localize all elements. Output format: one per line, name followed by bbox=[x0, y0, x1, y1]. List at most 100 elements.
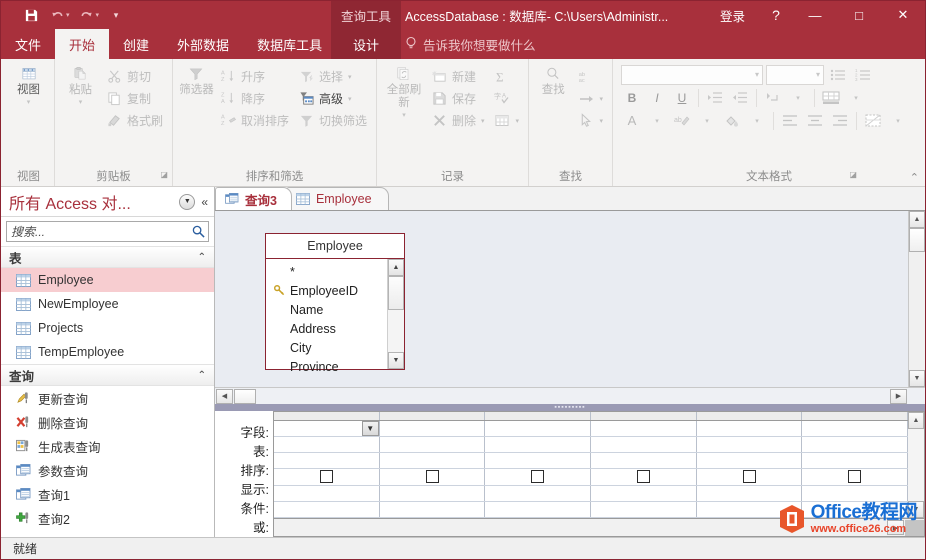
clipboard-dialog-launcher-icon[interactable]: ◪ bbox=[160, 166, 168, 184]
toggle-filter-button[interactable]: 切换筛选 bbox=[295, 110, 371, 131]
tab-external-data[interactable]: 外部数据 bbox=[163, 29, 243, 59]
sidebar-item-tempemployee[interactable]: TempEmployee bbox=[1, 340, 214, 364]
show-cell[interactable] bbox=[591, 469, 697, 485]
field-cell[interactable]: ▼ bbox=[274, 420, 380, 436]
paste-button[interactable]: 粘贴 ▾ bbox=[60, 64, 101, 106]
clear-sort-button[interactable]: AZ 取消排序 bbox=[217, 110, 293, 131]
customize-qat-icon[interactable]: ▾ bbox=[104, 4, 128, 26]
scroll-down-icon[interactable]: ▼ bbox=[909, 370, 925, 387]
sort-cell[interactable] bbox=[380, 453, 486, 469]
gridlines-icon[interactable] bbox=[820, 87, 842, 108]
sidebar-item-projects[interactable]: Projects bbox=[1, 316, 214, 340]
goto-button[interactable]: ▾ bbox=[574, 88, 607, 109]
show-checkbox[interactable] bbox=[848, 470, 862, 484]
sidebar-item-update-query[interactable]: 更新查询 bbox=[1, 386, 214, 410]
column-selector[interactable] bbox=[591, 412, 697, 420]
scrollbar-thumb[interactable] bbox=[909, 228, 925, 252]
show-cell[interactable] bbox=[380, 469, 486, 485]
scroll-right-icon[interactable]: ▶ bbox=[887, 520, 904, 535]
sidebar-item-newemployee[interactable]: NewEmployee bbox=[1, 292, 214, 316]
advanced-filter-dropdown-icon[interactable]: ▾ bbox=[348, 95, 352, 103]
column-selector[interactable] bbox=[485, 412, 592, 420]
sidebar-item-query2[interactable]: 查询2 bbox=[1, 506, 214, 530]
more-records-dropdown-icon[interactable]: ▾ bbox=[515, 117, 519, 125]
diagram-canvas[interactable]: Employee * EmployeeID Name Address City … bbox=[215, 211, 908, 387]
criteria-cell[interactable] bbox=[274, 485, 380, 501]
field-row[interactable]: EmployeeID bbox=[272, 281, 387, 300]
or-cell[interactable] bbox=[802, 501, 909, 518]
table-cell[interactable] bbox=[697, 436, 803, 453]
criteria-cell[interactable] bbox=[485, 485, 592, 501]
field-row[interactable]: * bbox=[272, 262, 387, 281]
show-checkbox[interactable] bbox=[319, 470, 333, 484]
sidebar-item-parameter-query[interactable]: 参数查询 bbox=[1, 458, 214, 482]
format-painter-button[interactable]: 格式刷 bbox=[103, 110, 167, 131]
pane-splitter[interactable]: ▪▪▪▪▪▪▪▪▪ bbox=[215, 404, 925, 411]
scroll-up-icon[interactable]: ▲ bbox=[909, 211, 925, 228]
fill-color-dropdown-icon[interactable]: ▾ bbox=[746, 110, 768, 131]
column-selector[interactable] bbox=[697, 412, 803, 420]
save-record-button[interactable]: 保存 bbox=[428, 88, 489, 109]
double-chevron-left-icon[interactable]: « bbox=[199, 195, 210, 209]
show-checkbox[interactable] bbox=[425, 470, 439, 484]
redo-dropdown-icon[interactable]: ▾ bbox=[96, 11, 103, 19]
diagram-vertical-scrollbar[interactable]: ▲ ▼ bbox=[908, 211, 925, 387]
scroll-down-icon[interactable]: ▼ bbox=[388, 352, 404, 369]
alternate-row-dropdown-icon[interactable]: ▾ bbox=[887, 110, 909, 131]
scrollbar-thumb[interactable] bbox=[388, 276, 404, 310]
table-cell[interactable] bbox=[591, 436, 697, 453]
close-button[interactable]: ✕ bbox=[881, 1, 925, 29]
tab-home[interactable]: 开始 bbox=[55, 29, 110, 59]
field-cell[interactable] bbox=[802, 420, 909, 436]
align-left-icon[interactable] bbox=[779, 110, 801, 131]
show-checkbox[interactable] bbox=[742, 470, 756, 484]
or-cell[interactable] bbox=[380, 501, 486, 518]
field-row[interactable]: City bbox=[272, 338, 387, 357]
table-cell[interactable] bbox=[380, 436, 486, 453]
tab-file[interactable]: 文件 bbox=[1, 29, 55, 59]
table-field-list-employee[interactable]: Employee * EmployeeID Name Address City … bbox=[265, 233, 405, 374]
select-dropdown-icon[interactable]: ▾ bbox=[599, 117, 603, 125]
scrollbar-track[interactable] bbox=[909, 252, 925, 370]
font-color-dropdown-icon[interactable]: ▾ bbox=[646, 110, 668, 131]
show-cell[interactable] bbox=[802, 469, 909, 485]
text-format-dialog-launcher-icon[interactable]: ◪ bbox=[849, 166, 857, 184]
field-cell[interactable] bbox=[697, 420, 803, 436]
chevron-down-icon[interactable]: ▼ bbox=[361, 420, 379, 436]
grid-horizontal-scrollbar[interactable]: ▶ bbox=[273, 519, 925, 537]
scroll-right-icon[interactable]: ▶ bbox=[890, 388, 907, 404]
scroll-up-icon[interactable]: ▲ bbox=[388, 259, 404, 276]
chevron-up-icon[interactable]: ⌃ bbox=[198, 252, 206, 263]
table-cell[interactable] bbox=[274, 436, 380, 453]
search-icon[interactable] bbox=[188, 225, 208, 238]
nav-group-tables[interactable]: 表 ⌃ bbox=[1, 246, 214, 268]
criteria-cell[interactable] bbox=[380, 485, 486, 501]
fill-color-icon[interactable] bbox=[721, 110, 743, 131]
tell-me-box[interactable]: 告诉我你想要做什么 bbox=[405, 29, 536, 59]
show-cell[interactable] bbox=[274, 469, 380, 485]
gridlines-dropdown-icon[interactable]: ▾ bbox=[845, 87, 867, 108]
field-row[interactable]: Province bbox=[272, 357, 387, 376]
grid-column-selector-row[interactable] bbox=[274, 412, 909, 421]
sidebar-item-query1[interactable]: 查询1 bbox=[1, 482, 214, 506]
table-cell[interactable] bbox=[485, 436, 592, 453]
sort-descending-button[interactable]: ZA 降序 bbox=[217, 88, 293, 109]
sort-cell[interactable] bbox=[802, 453, 909, 469]
bullets-icon[interactable] bbox=[827, 64, 849, 85]
sidebar-item-maketable-query[interactable]: 生成表查询 bbox=[1, 434, 214, 458]
field-cell[interactable] bbox=[380, 420, 486, 436]
filter-button[interactable]: 筛选器 bbox=[178, 64, 215, 97]
tab-database-tools[interactable]: 数据库工具 bbox=[243, 29, 336, 59]
spelling-button[interactable]: 字A bbox=[490, 88, 523, 109]
font-name-combo[interactable]: ▾ bbox=[621, 64, 763, 85]
scroll-left-icon[interactable]: ◀ bbox=[216, 388, 233, 404]
totals-button[interactable]: Σ bbox=[490, 66, 523, 87]
column-selector[interactable] bbox=[802, 412, 909, 420]
search-input[interactable] bbox=[7, 222, 188, 241]
scrollbar-thumb[interactable] bbox=[234, 388, 256, 404]
align-right-icon[interactable] bbox=[829, 110, 851, 131]
text-highlight-dropdown-icon[interactable]: ▾ bbox=[696, 110, 718, 131]
paste-dropdown-icon[interactable]: ▾ bbox=[79, 98, 83, 106]
column-selector[interactable] bbox=[274, 412, 380, 420]
view-dropdown-icon[interactable]: ▾ bbox=[27, 98, 31, 106]
